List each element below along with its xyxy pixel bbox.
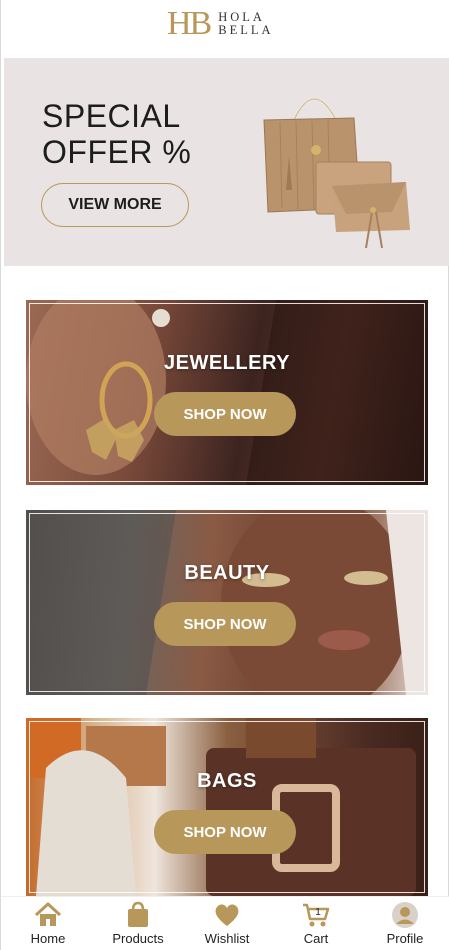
category-title: BAGS	[197, 770, 257, 792]
header: HB HOLA BELLA	[1, 0, 449, 58]
nav-label-cart: Cart	[303, 931, 329, 946]
nav-item-products[interactable]: Products	[93, 901, 183, 946]
shopping-bag-icon	[128, 901, 148, 927]
nav-item-cart[interactable]: 1 Cart	[271, 901, 361, 946]
handbag-set-image	[263, 97, 410, 249]
category-card-beauty[interactable]: BEAUTY SHOP NOW	[26, 510, 428, 695]
nav-label-wishlist: Wishlist	[204, 931, 250, 946]
cart-icon: 1	[303, 903, 330, 927]
logo[interactable]: HB HOLA BELLA	[167, 6, 274, 42]
hero-title-line-1: SPECIAL	[42, 98, 181, 134]
app-frame: HB HOLA BELLA SPECIAL OFFER % VIEW MORE	[0, 0, 449, 950]
nav-label-home: Home	[30, 931, 66, 946]
cart-badge: 1	[315, 907, 321, 918]
view-more-button[interactable]: VIEW MORE	[41, 183, 189, 227]
hero-title-line-2: OFFER %	[42, 134, 192, 170]
nav-label-products: Products	[112, 931, 164, 946]
category-card-bags[interactable]: BAGS SHOP NOW	[26, 718, 428, 896]
shop-now-button-bags[interactable]: SHOP NOW	[154, 810, 296, 854]
logo-line-2: BELLA	[218, 23, 274, 37]
logo-text: HOLA BELLA	[218, 11, 273, 37]
category-title: JEWELLERY	[164, 352, 290, 374]
hero-banner: SPECIAL OFFER % VIEW MORE	[4, 58, 449, 266]
shop-now-button-beauty[interactable]: SHOP NOW	[154, 602, 296, 646]
nav-item-profile[interactable]: Profile	[360, 901, 449, 946]
hero-title: SPECIAL OFFER %	[42, 98, 212, 170]
home-icon	[34, 902, 62, 926]
bottom-nav: Home Products Wishlist 1 Cart Profile	[1, 896, 449, 950]
category-title: BEAUTY	[184, 562, 270, 584]
nav-item-home[interactable]: Home	[3, 901, 93, 946]
nav-item-wishlist[interactable]: Wishlist	[182, 901, 272, 946]
category-card-jewellery[interactable]: JEWELLERY SHOP NOW	[26, 300, 428, 485]
nav-label-profile: Profile	[386, 931, 424, 946]
user-icon	[392, 902, 418, 928]
logo-mark: HB	[167, 5, 212, 42]
bags-photo	[26, 718, 416, 896]
shop-now-button-jewellery[interactable]: SHOP NOW	[154, 392, 296, 436]
heart-icon	[215, 904, 239, 926]
